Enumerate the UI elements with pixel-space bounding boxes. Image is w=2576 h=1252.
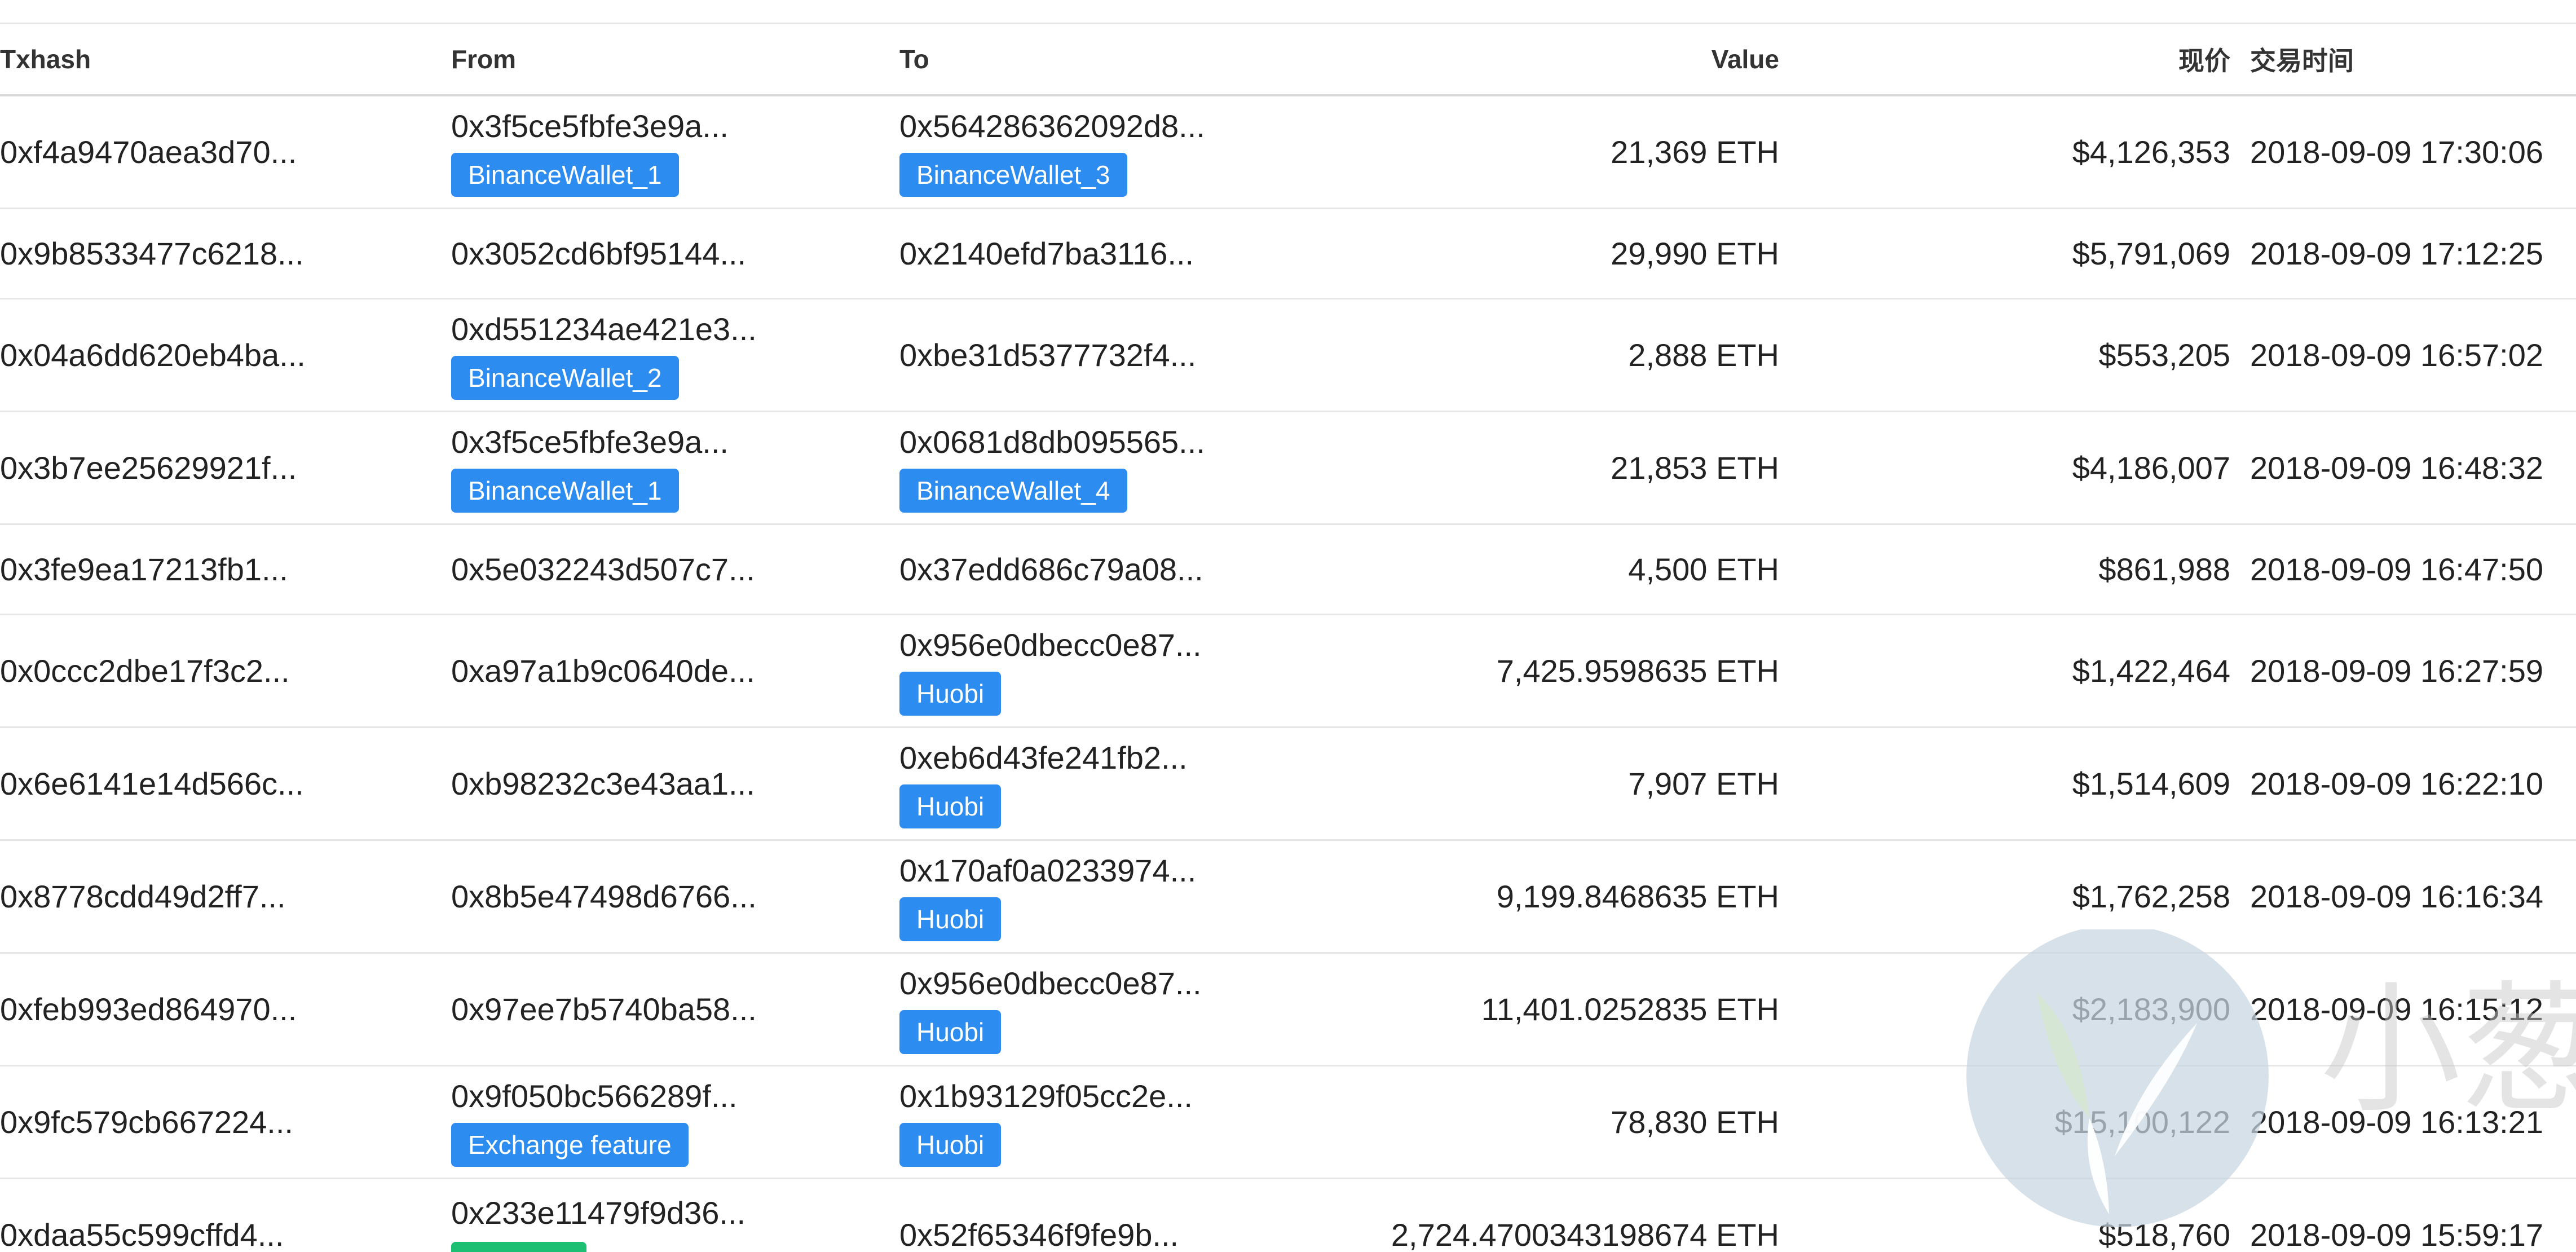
- to-address-link[interactable]: 0x0681d8db095565...: [899, 424, 1305, 461]
- current-price: $518,760: [2098, 1216, 2230, 1252]
- tx-hash-link[interactable]: 0x9b8533477c6218...: [0, 235, 445, 272]
- tx-hash-link[interactable]: 0x04a6dd620eb4ba...: [0, 337, 445, 374]
- tx-hash-link[interactable]: 0x3fe9ea17213fb1...: [0, 551, 445, 588]
- to-address-link[interactable]: 0x2140efd7ba3116...: [899, 235, 1305, 272]
- to-tag: BinanceWallet_4: [899, 468, 1127, 513]
- current-price: $1,422,464: [2072, 653, 2230, 689]
- from-tag: BinanceWallet_1: [451, 152, 679, 197]
- tx-hash-link[interactable]: 0x0ccc2dbe17f3c2...: [0, 653, 445, 690]
- value-amount: 29,990 ETH: [1611, 235, 1779, 271]
- table-row: 0xdaa55c599cffd4... 0x233e11479f9d36... …: [0, 1179, 2576, 1252]
- value-amount: 11,401.0252835 ETH: [1481, 991, 1779, 1027]
- current-price: $15,100,122: [2054, 1104, 2230, 1140]
- value-amount: 21,369 ETH: [1611, 134, 1779, 170]
- table-row: 0x9fc579cb667224... 0x9f050bc566289f... …: [0, 1066, 2576, 1179]
- current-price: $4,126,353: [2072, 134, 2230, 170]
- to-address-link[interactable]: 0x37edd686c79a08...: [899, 551, 1305, 588]
- current-price: $861,988: [2098, 551, 2230, 587]
- to-address-link[interactable]: 0x52f65346f9fe9b...: [899, 1216, 1305, 1252]
- value-amount: 2,724.4700343198674 ETH: [1391, 1216, 1779, 1252]
- table-row: 0x04a6dd620eb4ba... 0xd551234ae421e3... …: [0, 299, 2576, 412]
- to-address-link[interactable]: 0x1b93129f05cc2e...: [899, 1078, 1305, 1115]
- current-price: $553,205: [2098, 337, 2230, 373]
- trade-time: 2018-09-09 16:57:02: [2250, 337, 2543, 373]
- from-address-link[interactable]: 0xa97a1b9c0640de...: [451, 653, 891, 690]
- value-amount: 21,853 ETH: [1611, 449, 1779, 486]
- header-to: To: [899, 45, 929, 74]
- to-tag: BinanceWallet_3: [899, 152, 1127, 197]
- header-from: From: [451, 45, 516, 74]
- from-tag: [451, 1241, 586, 1252]
- from-tag: BinanceWallet_1: [451, 468, 679, 513]
- current-price: $4,186,007: [2072, 449, 2230, 486]
- to-tag: Huobi: [899, 671, 1002, 716]
- table-row: 0x3fe9ea17213fb1... 0x5e032243d507c7... …: [0, 525, 2576, 615]
- table-row: 0xf4a9470aea3d70... 0x3f5ce5fbfe3e9a... …: [0, 96, 2576, 209]
- tx-hash-link[interactable]: 0xfeb993ed864970...: [0, 991, 445, 1028]
- table-row: 0x6e6141e14d566c... 0xb98232c3e43aa1... …: [0, 728, 2576, 841]
- from-tag: BinanceWallet_2: [451, 355, 679, 400]
- from-address-link[interactable]: 0x3052cd6bf95144...: [451, 235, 891, 272]
- trade-time: 2018-09-09 16:15:12: [2250, 991, 2543, 1027]
- from-address-link[interactable]: 0x97ee7b5740ba58...: [451, 991, 891, 1028]
- header-txhash: Txhash: [0, 45, 91, 74]
- table-row: 0x8778cdd49d2ff7... 0x8b5e47498d6766... …: [0, 841, 2576, 954]
- to-address-link[interactable]: 0x564286362092d8...: [899, 108, 1305, 145]
- table-row: 0x9b8533477c6218... 0x3052cd6bf95144... …: [0, 209, 2576, 299]
- trade-time: 2018-09-09 17:30:06: [2250, 134, 2543, 170]
- header-trade-time: 交易时间: [2250, 46, 2354, 76]
- to-tag: Huobi: [899, 1122, 1002, 1167]
- trade-time: 2018-09-09 16:13:21: [2250, 1104, 2543, 1140]
- to-address-link[interactable]: 0xbe31d5377732f4...: [899, 337, 1305, 374]
- table-row: 0x0ccc2dbe17f3c2... 0xa97a1b9c0640de... …: [0, 615, 2576, 728]
- from-address-link[interactable]: 0xd551234ae421e3...: [451, 311, 891, 348]
- tx-hash-link[interactable]: 0xdaa55c599cffd4...: [0, 1216, 445, 1252]
- trade-time: 2018-09-09 17:12:25: [2250, 235, 2543, 271]
- current-price: $1,514,609: [2072, 765, 2230, 801]
- to-address-link[interactable]: 0x956e0dbecc0e87...: [899, 965, 1305, 1002]
- tx-hash-link[interactable]: 0x8778cdd49d2ff7...: [0, 878, 445, 915]
- value-amount: 9,199.8468635 ETH: [1496, 878, 1779, 914]
- value-amount: 2,888 ETH: [1628, 337, 1779, 373]
- from-address-link[interactable]: 0x9f050bc566289f...: [451, 1078, 891, 1115]
- trade-time: 2018-09-09 16:48:32: [2250, 449, 2543, 486]
- from-address-link[interactable]: 0x5e032243d507c7...: [451, 551, 891, 588]
- tx-hash-link[interactable]: 0xf4a9470aea3d70...: [0, 134, 445, 171]
- header-current-price: 现价: [2178, 46, 2230, 76]
- from-address-link[interactable]: 0x3f5ce5fbfe3e9a...: [451, 424, 891, 461]
- transactions-page: Txhash From To Value 现价 交易时间 0xf4a9470ae…: [0, 0, 2576, 1252]
- trade-time: 2018-09-09 16:16:34: [2250, 878, 2543, 914]
- transactions-table: Txhash From To Value 现价 交易时间 0xf4a9470ae…: [0, 24, 2576, 1252]
- trade-time: 2018-09-09 16:27:59: [2250, 653, 2543, 689]
- tx-hash-link[interactable]: 0x6e6141e14d566c...: [0, 765, 445, 803]
- to-tag: Huobi: [899, 897, 1002, 941]
- table-row: 0xfeb993ed864970... 0x97ee7b5740ba58... …: [0, 954, 2576, 1066]
- tx-hash-link[interactable]: 0x3b7ee25629921f...: [0, 449, 445, 487]
- table-row: 0x3b7ee25629921f... 0x3f5ce5fbfe3e9a... …: [0, 412, 2576, 525]
- current-price: $2,183,900: [2072, 991, 2230, 1027]
- value-amount: 7,907 ETH: [1628, 765, 1779, 801]
- value-amount: 78,830 ETH: [1611, 1104, 1779, 1140]
- from-address-link[interactable]: 0x3f5ce5fbfe3e9a...: [451, 108, 891, 145]
- to-tag: Huobi: [899, 784, 1002, 828]
- value-amount: 7,425.9598635 ETH: [1496, 653, 1779, 689]
- current-price: $1,762,258: [2072, 878, 2230, 914]
- tx-hash-link[interactable]: 0x9fc579cb667224...: [0, 1104, 445, 1141]
- current-price: $5,791,069: [2072, 235, 2230, 271]
- header-value: Value: [1711, 45, 1779, 74]
- from-address-link[interactable]: 0xb98232c3e43aa1...: [451, 765, 891, 803]
- to-address-link[interactable]: 0xeb6d43fe241fb2...: [899, 739, 1305, 777]
- value-amount: 4,500 ETH: [1628, 551, 1779, 587]
- to-tag: Huobi: [899, 1009, 1002, 1054]
- trade-time: 2018-09-09 15:59:17: [2250, 1216, 2543, 1252]
- from-address-link[interactable]: 0x233e11479f9d36...: [451, 1194, 891, 1232]
- trade-time: 2018-09-09 16:47:50: [2250, 551, 2543, 587]
- to-address-link[interactable]: 0x956e0dbecc0e87...: [899, 627, 1305, 664]
- from-tag: Exchange feature: [451, 1122, 689, 1167]
- trade-time: 2018-09-09 16:22:10: [2250, 765, 2543, 801]
- to-address-link[interactable]: 0x170af0a0233974...: [899, 852, 1305, 889]
- table-header: Txhash From To Value 现价 交易时间: [0, 24, 2576, 96]
- from-address-link[interactable]: 0x8b5e47498d6766...: [451, 878, 891, 915]
